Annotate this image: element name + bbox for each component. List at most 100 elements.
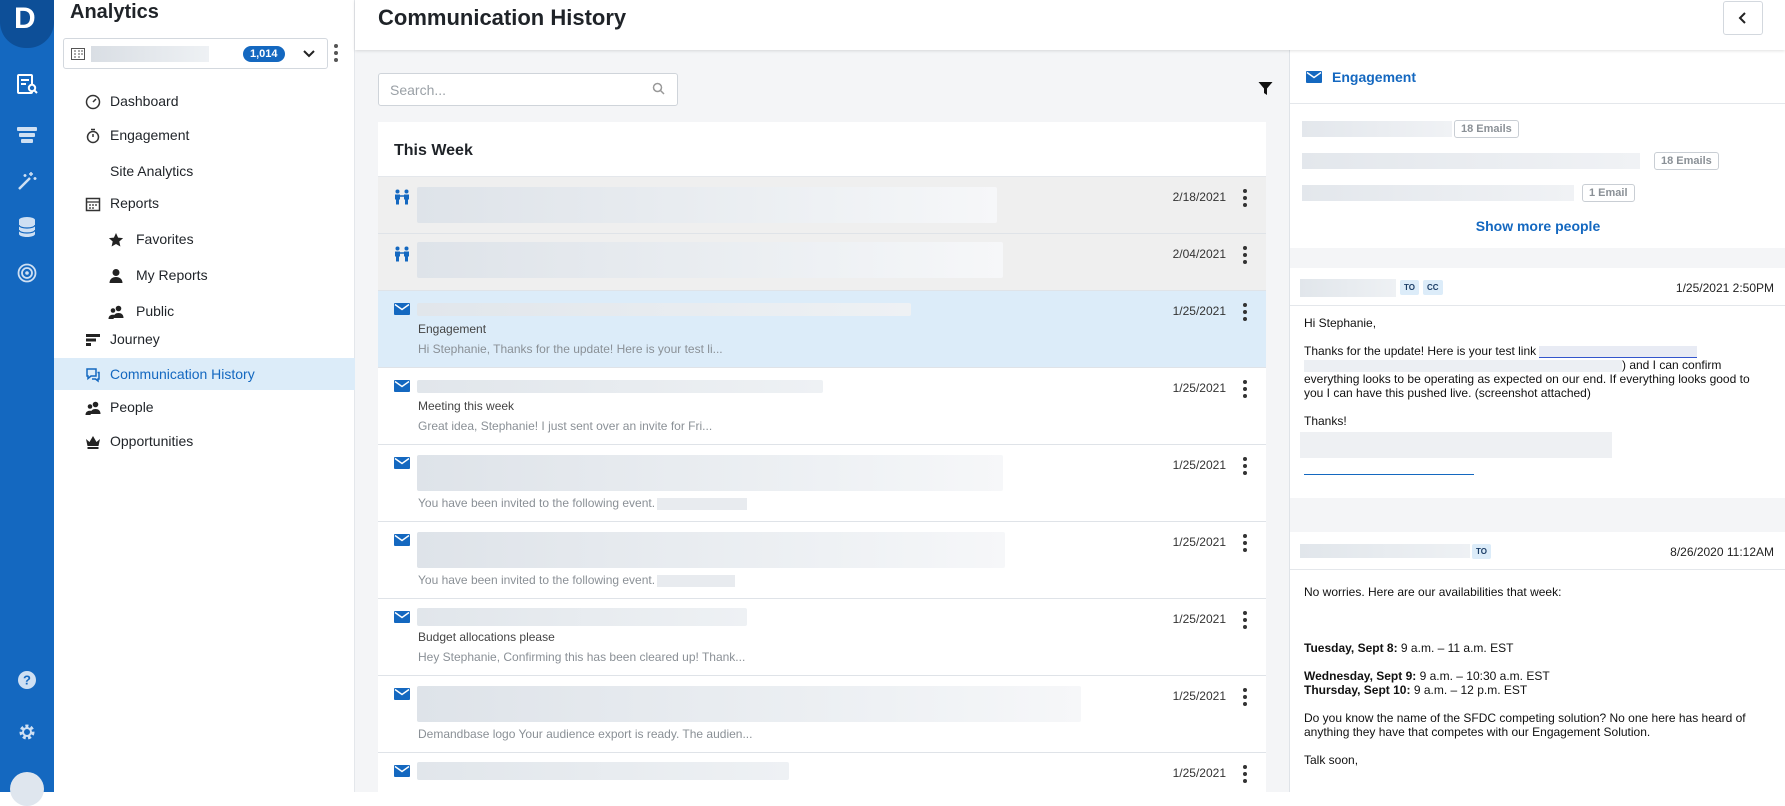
email-count-tag: 18 Emails: [1454, 120, 1519, 138]
detail-pane: Engagement 18 Emails 18 Emails 1 Email S…: [1289, 50, 1785, 792]
chat-bubbles-icon: [86, 368, 100, 383]
email-header: TO CC 1/25/2021 2:50PM: [1290, 268, 1785, 306]
envelope-icon: [394, 380, 410, 392]
redacted-sender: [417, 380, 823, 393]
more-options-icon[interactable]: [1243, 457, 1247, 475]
nav-label: Reports: [110, 195, 160, 211]
meeting-people-icon: [395, 246, 409, 262]
nav-label: Dashboard: [110, 93, 179, 109]
collapse-panel-button[interactable]: [1723, 1, 1763, 35]
list-item[interactable]: 1/25/2021 You have been invited to the f…: [378, 522, 1266, 599]
calendar-report-icon: [85, 197, 101, 212]
divider: [1290, 103, 1785, 104]
redacted-sender: [417, 608, 747, 626]
account-more-icon[interactable]: [334, 44, 338, 62]
list-item[interactable]: 1/25/2021 Engagement Hi Stephanie, Thank…: [378, 291, 1266, 368]
nav-item-opportunities[interactable]: Opportunities: [54, 426, 355, 456]
redacted-content: [417, 455, 1003, 491]
email-detail-card: TO CC 1/25/2021 2:50PM Hi Stephanie, Tha…: [1290, 268, 1785, 498]
to-badge: TO: [1400, 280, 1419, 295]
nav-item-people[interactable]: People: [54, 392, 355, 422]
analytics-icon[interactable]: [14, 71, 40, 97]
nav-label: People: [110, 399, 154, 415]
more-options-icon[interactable]: [1243, 534, 1247, 552]
more-options-icon[interactable]: [1243, 380, 1247, 398]
email-count-tag: 18 Emails: [1654, 152, 1719, 170]
svg-text:?: ?: [23, 673, 31, 688]
nav-label: Communication History: [110, 366, 255, 382]
email-closing: Talk soon,: [1304, 753, 1359, 767]
magic-wand-icon[interactable]: [14, 168, 40, 194]
more-options-icon[interactable]: [1243, 303, 1247, 321]
more-options-icon[interactable]: [1243, 189, 1247, 207]
email-line: Thanks for the update! Here is your test…: [1304, 344, 1537, 358]
signature-rule: [1304, 474, 1474, 475]
communication-list-pane: This Week 2/18/2021 2/04/2021 1/25/2021 …: [355, 50, 1289, 792]
search-input[interactable]: [379, 74, 629, 105]
help-icon[interactable]: ?: [14, 667, 40, 693]
row-date: 1/25/2021: [1172, 458, 1226, 472]
nav-item-communication-history[interactable]: Communication History: [54, 358, 355, 390]
nav-item-reports[interactable]: Reports: [54, 188, 355, 218]
list-item[interactable]: 1/25/2021 Demandbase logo Your audience …: [378, 676, 1266, 753]
brand-logo[interactable]: D: [0, 0, 54, 48]
account-selector[interactable]: 1,014: [63, 38, 328, 69]
more-options-icon[interactable]: [1243, 246, 1247, 264]
row-preview: Great idea, Stephanie! I just sent over …: [418, 419, 713, 433]
slot-time: 9 a.m. – 11 a.m. EST: [1397, 641, 1514, 655]
nav-item-favorites[interactable]: Favorites: [54, 224, 355, 254]
email-timestamp: 8/26/2020 11:12AM: [1670, 545, 1774, 559]
nav-item-public[interactable]: Public: [54, 296, 355, 326]
email-count-tag: 1 Email: [1582, 184, 1635, 202]
email-intro: No worries. Here are our availabilities …: [1304, 585, 1562, 599]
settings-gear-icon[interactable]: [14, 719, 40, 745]
row-date: 2/18/2021: [1172, 190, 1226, 204]
search-box[interactable]: [378, 73, 678, 106]
list-item[interactable]: 1/25/2021 Budget allocations please Hey …: [378, 599, 1266, 676]
funnel-icon[interactable]: [14, 122, 40, 148]
list-item[interactable]: 1/25/2021: [378, 753, 1266, 792]
test-link[interactable]: [1539, 345, 1698, 358]
people-group-icon: [85, 401, 101, 415]
show-more-people-link[interactable]: Show more people: [1290, 218, 1785, 234]
nav-item-engagement[interactable]: Engagement: [54, 120, 355, 150]
page-header: Communication History: [355, 0, 1785, 50]
nav-item-journey[interactable]: Journey: [54, 324, 355, 354]
redacted-person: [1302, 153, 1640, 169]
email-timestamp: 1/25/2021 2:50PM: [1675, 281, 1774, 295]
row-preview: You have been invited to the following e…: [418, 573, 736, 587]
row-preview: Hi Stephanie, Thanks for the update! Her…: [418, 342, 723, 356]
list-item[interactable]: 2/18/2021: [378, 177, 1266, 234]
filter-icon[interactable]: [1258, 81, 1273, 96]
row-date: 1/25/2021: [1172, 689, 1226, 703]
more-options-icon[interactable]: [1243, 688, 1247, 706]
nav-label: Engagement: [110, 127, 190, 143]
account-name-redacted: [91, 45, 209, 62]
envelope-icon: [394, 303, 410, 315]
email-detail-card: TO 8/26/2020 11:12AM No worries. Here ar…: [1290, 532, 1785, 792]
email-greeting: Hi Stephanie,: [1304, 316, 1377, 330]
chevron-down-icon[interactable]: [301, 45, 317, 61]
more-options-icon[interactable]: [1243, 765, 1247, 783]
list-item[interactable]: 1/25/2021 Meeting this week Great idea, …: [378, 368, 1266, 445]
preview-text: You have been invited to the following e…: [418, 496, 656, 510]
row-preview: Hey Stephanie, Confirming this has been …: [418, 650, 746, 664]
nav-item-dashboard[interactable]: Dashboard: [54, 86, 355, 116]
target-icon[interactable]: [14, 260, 40, 286]
sidebar-nav: Analytics 1,014 Dashboard Engagement Sit…: [54, 0, 355, 792]
list-item[interactable]: 1/25/2021 You have been invited to the f…: [378, 445, 1266, 522]
envelope-icon: [394, 534, 410, 546]
envelope-icon: [394, 611, 410, 623]
redacted-link: [1304, 359, 1622, 372]
cc-badge: CC: [1423, 280, 1443, 295]
nav-item-my-reports[interactable]: My Reports: [54, 260, 355, 290]
list-item[interactable]: 2/04/2021: [378, 234, 1266, 291]
nav-label: Site Analytics: [110, 163, 194, 179]
page-title: Communication History: [378, 5, 627, 30]
more-options-icon[interactable]: [1243, 611, 1247, 629]
nav-item-site-analytics[interactable]: Site Analytics: [54, 156, 355, 186]
people-group-icon: [108, 305, 124, 319]
database-icon[interactable]: [14, 214, 40, 240]
dashboard-icon: [85, 94, 101, 110]
user-avatar[interactable]: [10, 772, 44, 806]
